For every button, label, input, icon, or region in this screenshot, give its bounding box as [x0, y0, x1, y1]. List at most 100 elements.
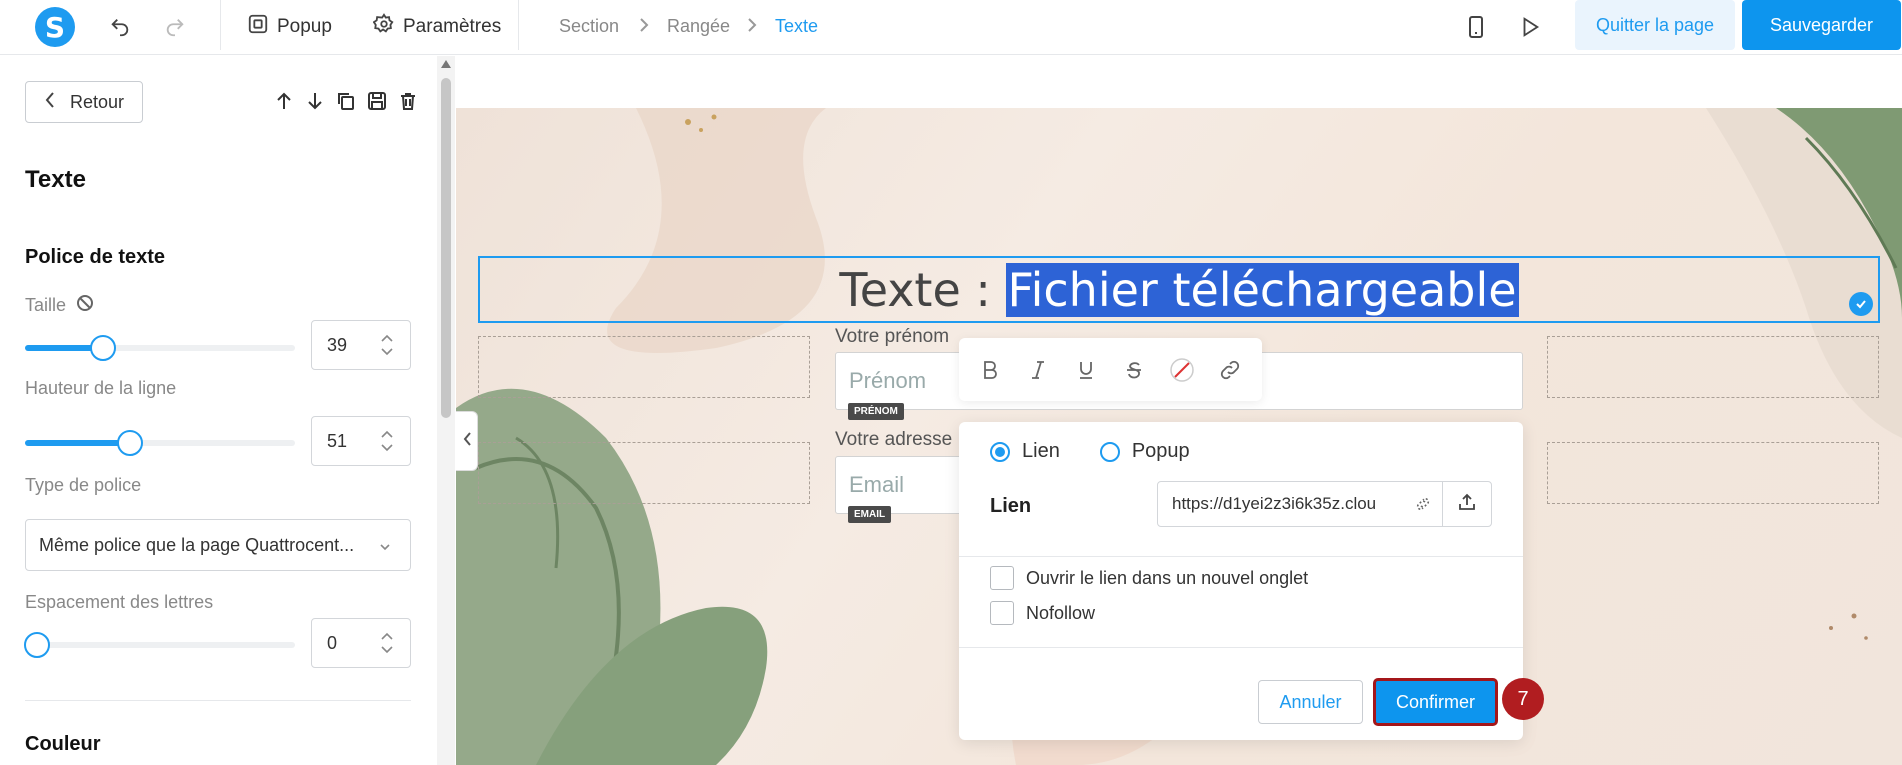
chevron-left-icon	[462, 431, 472, 452]
stepper-icon[interactable]	[380, 333, 394, 362]
new-tab-checkbox[interactable]	[990, 566, 1014, 590]
firstname-label: Votre prénom	[835, 326, 950, 347]
line-height-slider-fill	[25, 440, 131, 446]
radio-link-label[interactable]: Lien	[1022, 440, 1060, 463]
link-url-input[interactable]: https://d1yei2z3i6k35z.clou	[1157, 481, 1443, 527]
empty-column-placeholder[interactable]	[1547, 336, 1879, 398]
link-type-options: Lien Popup	[990, 440, 1190, 463]
mobile-preview-icon[interactable]	[1463, 14, 1489, 40]
email-label: Votre adresse	[835, 429, 953, 450]
trash-icon[interactable]	[397, 90, 419, 112]
letter-spacing-label: Espacement des lettres	[25, 592, 214, 612]
headline-selected-text[interactable]: Fichier téléchargeable	[1005, 262, 1519, 317]
size-input[interactable]: 39	[311, 320, 411, 370]
arrow-up-icon[interactable]	[273, 90, 295, 112]
app-logo[interactable]: S	[35, 7, 75, 47]
stepper-icon[interactable]	[380, 429, 394, 458]
gear-icon	[372, 13, 395, 41]
line-height-input[interactable]: 51	[311, 416, 411, 466]
unlink-icon[interactable]	[1414, 495, 1432, 518]
check-icon[interactable]	[1849, 292, 1873, 316]
save-button[interactable]: Sauvegarder	[1742, 0, 1901, 50]
font-type-value: Même police que la page Quattrocent...	[39, 534, 355, 555]
undo-icon[interactable]	[107, 14, 133, 40]
panel-divider	[25, 700, 411, 701]
breadcrumb-section[interactable]: Section	[559, 16, 619, 37]
italic-icon[interactable]	[1025, 357, 1051, 383]
size-slider-knob[interactable]	[90, 335, 117, 361]
chevron-down-icon	[378, 538, 392, 559]
radio-popup[interactable]	[1099, 441, 1120, 462]
letter-spacing-slider[interactable]	[24, 632, 295, 658]
element-tools	[273, 90, 419, 112]
play-icon[interactable]	[1517, 14, 1543, 40]
scrollbar-thumb[interactable]	[441, 78, 451, 418]
step-number-badge: 7	[1502, 678, 1544, 720]
link-url-value: https://d1yei2z3i6k35z.clou	[1172, 494, 1377, 513]
chevron-right-icon	[636, 14, 652, 41]
arrow-down-icon[interactable]	[304, 90, 326, 112]
line-height-value: 51	[327, 430, 348, 451]
popup-button[interactable]: Popup	[247, 12, 332, 42]
settings-button[interactable]: Paramètres	[372, 12, 502, 42]
top-bar: S Popup Paramètres Section Rangée Texte …	[0, 0, 1902, 55]
stepper-icon[interactable]	[380, 631, 394, 660]
panel-scrollbar[interactable]	[437, 56, 455, 765]
quit-page-button[interactable]: Quitter la page	[1575, 0, 1735, 50]
popup-label: Popup	[277, 16, 332, 37]
empty-column-placeholder[interactable]	[478, 336, 810, 398]
letter-spacing-slider-knob[interactable]	[24, 632, 50, 658]
radio-link[interactable]	[990, 441, 1010, 462]
breadcrumb-text[interactable]: Texte	[775, 16, 818, 37]
dialog-divider	[959, 556, 1523, 557]
cancel-button[interactable]: Annuler	[1258, 680, 1363, 724]
empty-column-placeholder[interactable]	[478, 442, 810, 504]
underline-icon[interactable]	[1073, 357, 1099, 383]
link-icon[interactable]	[1217, 357, 1243, 383]
text-format-toolbar	[959, 338, 1262, 401]
panel-title: Texte	[25, 166, 86, 193]
copy-icon[interactable]	[335, 90, 357, 112]
email-tag: EMAIL	[848, 506, 892, 523]
scroll-up-arrow[interactable]	[441, 60, 451, 68]
back-label: Retour	[69, 91, 125, 112]
breadcrumb-row[interactable]: Rangée	[667, 16, 730, 37]
nofollow-checkbox[interactable]	[990, 601, 1014, 625]
letter-spacing-value: 0	[327, 632, 338, 653]
reset-icon[interactable]	[76, 294, 94, 317]
size-slider[interactable]	[25, 335, 295, 361]
line-height-slider-knob[interactable]	[117, 430, 144, 456]
nofollow-option[interactable]: Nofollow	[990, 601, 1095, 625]
text-color-icon[interactable]	[1169, 357, 1195, 383]
headline-prefix: Texte :	[839, 262, 1006, 317]
bold-icon[interactable]	[977, 357, 1003, 383]
size-label: Taille	[25, 294, 94, 317]
letter-spacing-input[interactable]: 0	[311, 618, 411, 668]
headline-text-block[interactable]: Texte : Fichier téléchargeable	[478, 256, 1880, 323]
radio-popup-label[interactable]: Popup	[1132, 440, 1190, 463]
nofollow-label: Nofollow	[1026, 602, 1096, 623]
new-tab-label: Ouvrir le lien dans un nouvel onglet	[1026, 567, 1309, 588]
collapse-panel-tab[interactable]	[456, 411, 478, 471]
line-height-slider[interactable]	[25, 430, 295, 456]
line-height-label: Hauteur de la ligne	[25, 378, 177, 398]
redo-icon[interactable]	[162, 14, 188, 40]
dialog-divider	[959, 647, 1523, 648]
empty-column-placeholder[interactable]	[1547, 442, 1879, 504]
popup-icon	[247, 13, 269, 41]
floppy-save-icon[interactable]	[366, 90, 388, 112]
link-field-label: Lien	[990, 495, 1032, 517]
upload-button[interactable]	[1442, 481, 1492, 527]
font-type-select[interactable]: Même police que la page Quattrocent...	[25, 519, 411, 571]
strikethrough-icon[interactable]	[1121, 357, 1147, 383]
size-label-text: Taille	[25, 295, 67, 315]
firstname-tag: PRÉNOM	[848, 403, 904, 420]
back-button[interactable]: Retour	[25, 81, 143, 123]
size-value: 39	[327, 334, 348, 355]
upload-icon	[1457, 492, 1477, 517]
new-tab-option[interactable]: Ouvrir le lien dans un nouvel onglet	[990, 566, 1308, 590]
settings-panel: Retour Texte Police de texte Taille 39 H…	[0, 56, 455, 765]
settings-label: Paramètres	[403, 16, 502, 37]
confirm-button[interactable]: Confirmer	[1373, 678, 1498, 726]
chevron-right-icon	[744, 14, 760, 41]
